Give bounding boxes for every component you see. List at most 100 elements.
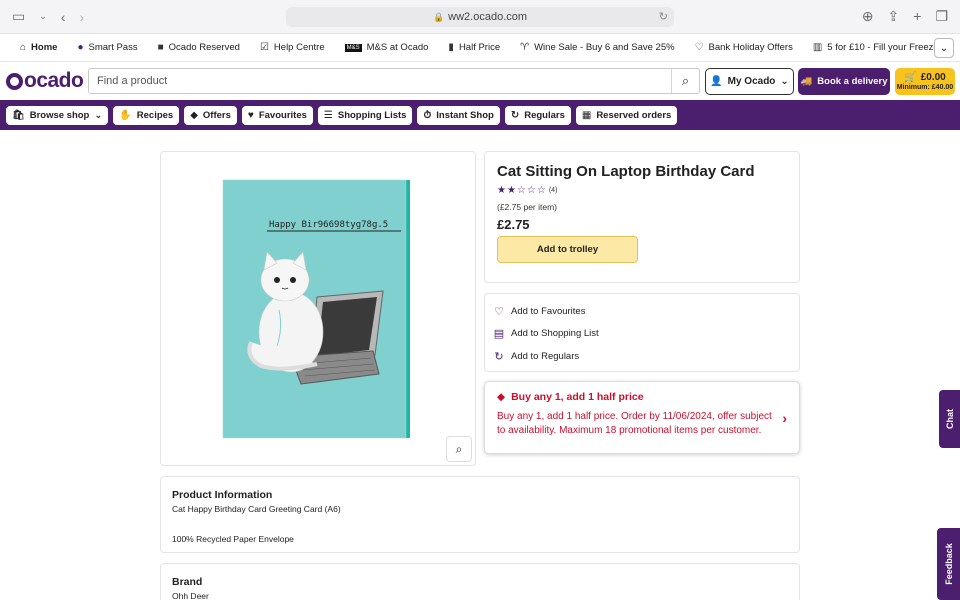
- new-tab-icon[interactable]: +: [913, 8, 921, 25]
- nav-instant-shop[interactable]: ⏱ Instant Shop: [417, 105, 500, 125]
- trolley-button[interactable]: 🛒 £0.00 Minimum: £40.00: [895, 68, 955, 95]
- chat-tab[interactable]: Chat: [939, 390, 960, 448]
- bookmarks-bar: ⌂ Home ● Smart Pass ■ Ocado Reserved ☑ Help …: [0, 34, 960, 62]
- bookmarks-more-button[interactable]: ⌄: [934, 38, 954, 58]
- refresh-icon: ↻: [510, 109, 520, 121]
- share-icon[interactable]: ⇪: [888, 8, 900, 25]
- sidebar-toggle-icon[interactable]: ▭: [12, 8, 25, 25]
- url-text: ww2.ocado.com: [448, 11, 528, 23]
- product-information-heading: Product Information: [172, 489, 273, 501]
- book-delivery-button[interactable]: 🚚 Book a delivery: [798, 68, 890, 95]
- shop-bag-icon: 🛍: [12, 109, 25, 121]
- my-ocado-button[interactable]: 👤 My Ocado ⌄: [705, 68, 794, 95]
- bookmark-smart-pass[interactable]: ● Smart Pass: [67, 42, 147, 53]
- address-bar[interactable]: 🔒 ww2.ocado.com ↻: [286, 7, 674, 27]
- star-empty-icon: ☆: [536, 185, 546, 196]
- zoom-button[interactable]: ⌕: [446, 436, 472, 462]
- bookmark-ocado-reserved[interactable]: ■ Ocado Reserved: [148, 42, 250, 53]
- chevron-down-icon[interactable]: ⌄: [39, 11, 47, 22]
- calendar-icon: ▦: [581, 109, 592, 121]
- user-icon: 👤: [710, 76, 723, 87]
- logo-mark-icon: [6, 72, 23, 90]
- heart-icon: ♥: [247, 109, 254, 121]
- promo-title: Buy any 1, add 1 half price: [511, 391, 644, 403]
- product-rating[interactable]: ★ ★ ☆ ☆ ☆ (4): [497, 185, 787, 196]
- stopwatch-icon: ⏱: [423, 109, 432, 121]
- search-input[interactable]: [89, 69, 671, 93]
- feedback-tab[interactable]: Feedback: [937, 528, 960, 600]
- bookmark-help-centre[interactable]: ☑ Help Centre: [250, 42, 335, 53]
- card-greeting-text: Happy Bir96698tyg78g.5: [269, 220, 388, 230]
- add-to-shopping-list-link[interactable]: ▤ Add to Shopping List: [493, 323, 791, 346]
- add-to-trolley-button[interactable]: Add to trolley: [497, 236, 638, 263]
- unit-price: (£2.75 per item): [497, 202, 557, 212]
- smart-pass-icon: ●: [77, 42, 84, 53]
- ms-icon: M&S: [344, 43, 362, 52]
- nav-reserved-orders[interactable]: ▦ Reserved orders: [575, 105, 678, 125]
- download-icon[interactable]: ⊕: [862, 8, 874, 25]
- lock-icon: 🔒: [432, 11, 445, 22]
- add-to-favourites-link[interactable]: ♡ Add to Favourites: [493, 300, 791, 323]
- product-page: Happy Bir96698tyg78g.5 ⌕ Cat Sitting On …: [0, 130, 960, 600]
- wine-glass-icon: ♈: [520, 42, 530, 53]
- list-outline-icon: ▤: [493, 328, 505, 341]
- promo-description: Buy any 1, add 1 half price. Order by 11…: [497, 411, 772, 436]
- nav-browse-shop[interactable]: 🛍 Browse shop ⌄: [6, 105, 109, 125]
- bookmark-5-for-10[interactable]: ▥ 5 for £10 - Fill your Freezer: [803, 42, 952, 53]
- bookmark-wine-sale[interactable]: ♈ Wine Sale - Buy 6 and Save 25%: [510, 42, 684, 53]
- freezer-icon: ▥: [812, 42, 823, 53]
- chevron-down-icon: ⌄: [94, 109, 103, 121]
- add-to-regulars-link[interactable]: ↻ Add to Regulars: [493, 345, 791, 368]
- product-actions-card: ♡ Add to Favourites ▤ Add to Shopping List…: [484, 293, 800, 372]
- product-information-line2: 100% Recycled Paper Envelope: [172, 534, 294, 544]
- brand-heading: Brand: [172, 576, 203, 588]
- list-icon: ☰: [323, 109, 333, 121]
- chevron-right-icon: ›: [782, 410, 787, 426]
- tag-icon: ◆: [190, 109, 198, 121]
- bookmark-half-price[interactable]: ▮ Half Price: [438, 42, 510, 53]
- product-image-card: Happy Bir96698tyg78g.5 ⌕: [160, 151, 476, 466]
- bookmark-ms[interactable]: M&S M&S at Ocado: [335, 42, 439, 53]
- nav-shopping-lists[interactable]: ☰ Shopping Lists: [317, 105, 413, 125]
- search-icon: ⌕: [681, 73, 690, 88]
- star-empty-icon: ☆: [516, 185, 526, 196]
- heart-icon: ♡: [694, 42, 704, 53]
- reload-icon[interactable]: ↻: [659, 10, 668, 23]
- nav-recipes[interactable]: ✋ Recipes: [113, 105, 180, 125]
- brand-value: Ohh Deer: [172, 591, 209, 600]
- hand-icon: ✋: [119, 109, 132, 121]
- checkbox-icon: ☑: [259, 42, 269, 53]
- star-empty-icon: ☆: [526, 185, 536, 196]
- ocado-logo[interactable]: ocado: [6, 69, 90, 93]
- search-icon: ⌕: [455, 441, 463, 456]
- product-information-line1: Cat Happy Birthday Card Greeting Card (A…: [172, 504, 341, 514]
- star-filled-icon: ★: [497, 185, 506, 196]
- search-box: ⌕: [88, 68, 700, 94]
- product-info-card: Cat Sitting On Laptop Birthday Card ★ ★ …: [484, 151, 800, 283]
- back-icon[interactable]: ‹: [61, 9, 66, 25]
- product-price: £2.75: [497, 217, 530, 232]
- trolley-icon: 🛒: [904, 72, 917, 83]
- refresh-outline-icon: ↻: [494, 350, 504, 363]
- review-count: (4): [548, 187, 558, 194]
- site-header: ocado ⌕ 👤 My Ocado ⌄ 🚚 Book a delivery 🛒…: [0, 62, 960, 100]
- van-icon: ■: [157, 42, 164, 53]
- nav-favourites[interactable]: ♥ Favourites: [241, 105, 313, 125]
- promotion-card[interactable]: ◆ Buy any 1, add 1 half price Buy any 1, …: [484, 381, 800, 454]
- product-information-section: Product Information Cat Happy Birthday C…: [160, 476, 800, 553]
- bookmark-bank-holiday[interactable]: ♡ Bank Holiday Offers: [685, 42, 803, 53]
- trolley-minimum: Minimum: £40.00: [896, 84, 954, 91]
- tabs-overview-icon[interactable]: ❐: [935, 8, 948, 25]
- nav-regulars[interactable]: ↻ Regulars: [504, 105, 571, 125]
- product-title: Cat Sitting On Laptop Birthday Card: [497, 163, 755, 180]
- search-button[interactable]: ⌕: [671, 69, 699, 93]
- forward-icon[interactable]: ›: [79, 9, 84, 25]
- product-image[interactable]: Happy Bir96698tyg78g.5: [161, 152, 477, 467]
- chevron-down-icon: ⌄: [780, 76, 789, 87]
- tag-icon: ◆: [497, 391, 506, 403]
- bookmark-home[interactable]: ⌂ Home: [10, 42, 67, 53]
- nav-offers[interactable]: ◆ Offers: [184, 105, 237, 125]
- main-nav: 🛍 Browse shop ⌄ ✋ Recipes ◆ Offers ♥ Favourit…: [0, 100, 960, 130]
- brand-section: Brand Ohh Deer: [160, 563, 800, 600]
- chevron-down-icon: ⌄: [939, 42, 949, 54]
